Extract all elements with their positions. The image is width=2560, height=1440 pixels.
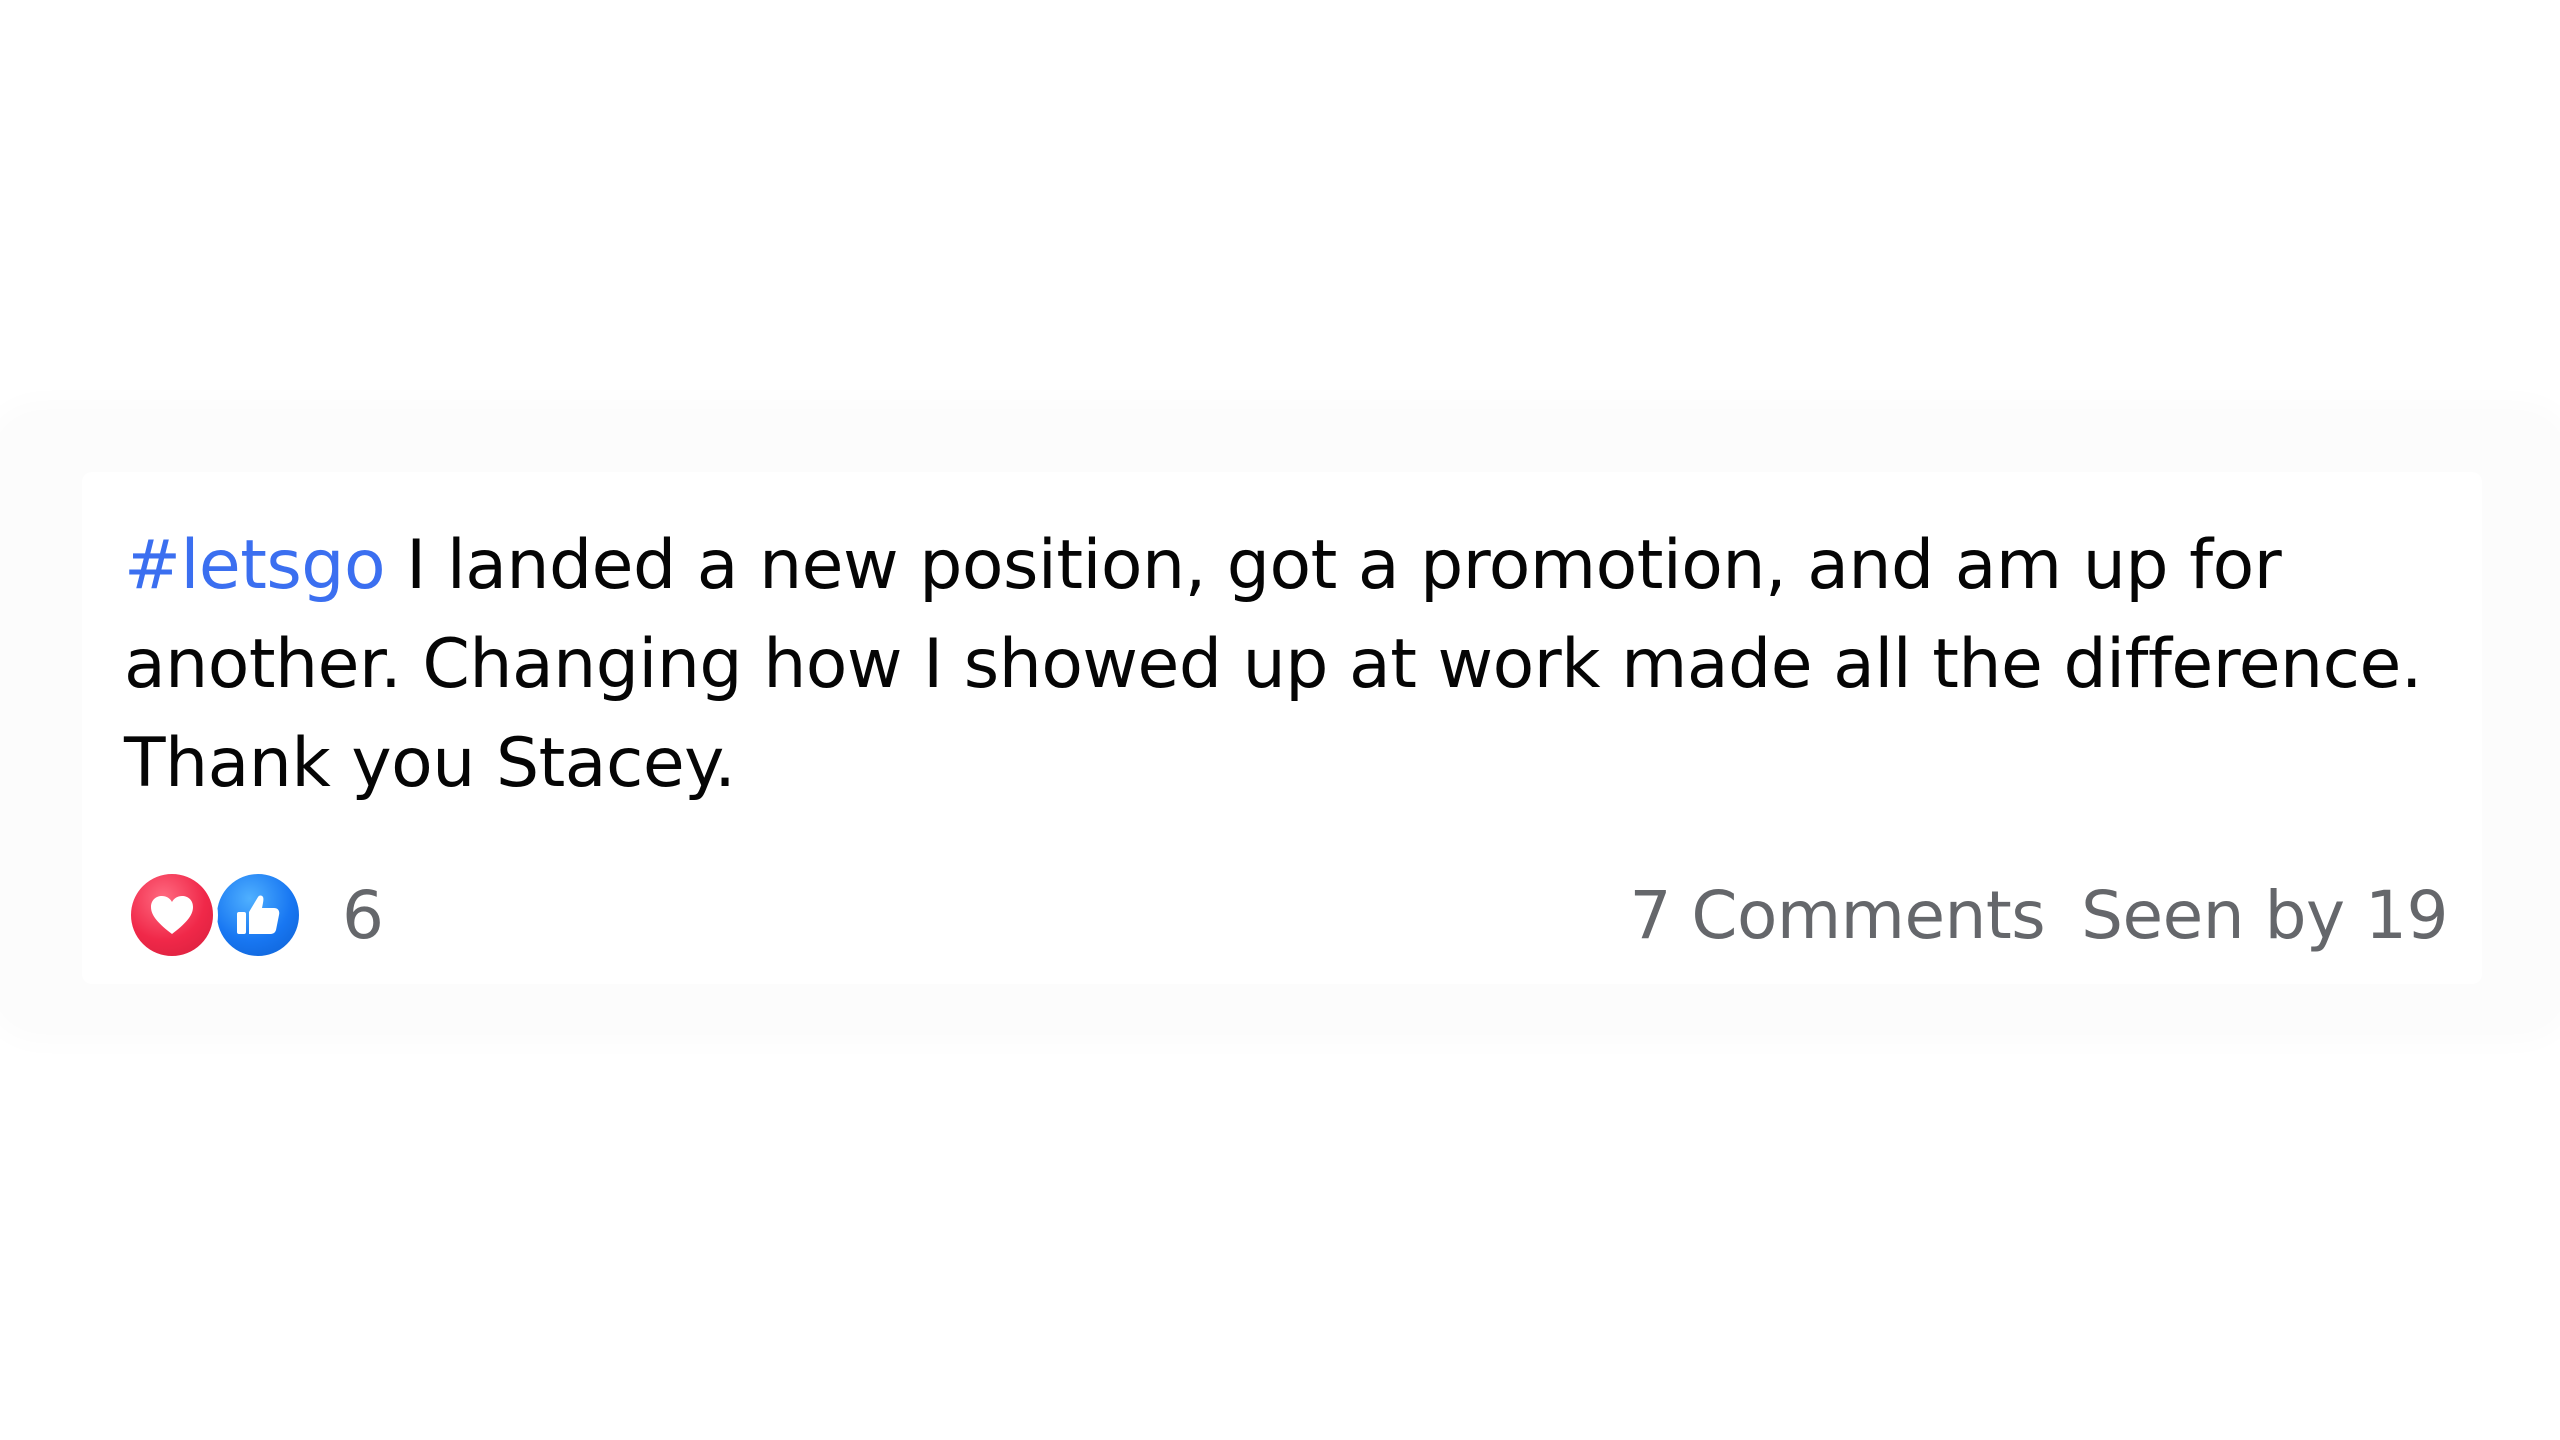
post-card: #letsgo I landed a new position, got a p…: [82, 472, 2482, 984]
post-body: #letsgo I landed a new position, got a p…: [124, 516, 2434, 813]
thumbs-up-glyph: [237, 895, 280, 934]
post-body-line-3: Thank you Stacey.: [124, 724, 736, 803]
seen-by-count[interactable]: Seen by 19: [2081, 877, 2448, 954]
hashtag-link[interactable]: #letsgo: [124, 526, 386, 605]
comments-count-link[interactable]: 7 Comments: [1629, 877, 2045, 954]
page: #letsgo I landed a new position, got a p…: [0, 0, 2560, 1440]
post-body-line-1: I landed a new position, got a promotion…: [385, 526, 2282, 605]
reactions-summary[interactable]: 6: [126, 869, 384, 961]
post-meta: 7 Comments Seen by 19: [1629, 870, 2448, 960]
heart-icon: [126, 869, 218, 961]
like-icon: [212, 869, 304, 961]
reaction-count: 6: [342, 876, 384, 954]
heart-glyph: [151, 896, 193, 934]
post-body-line-2: another. Changing how I showed up at wor…: [124, 625, 2422, 704]
